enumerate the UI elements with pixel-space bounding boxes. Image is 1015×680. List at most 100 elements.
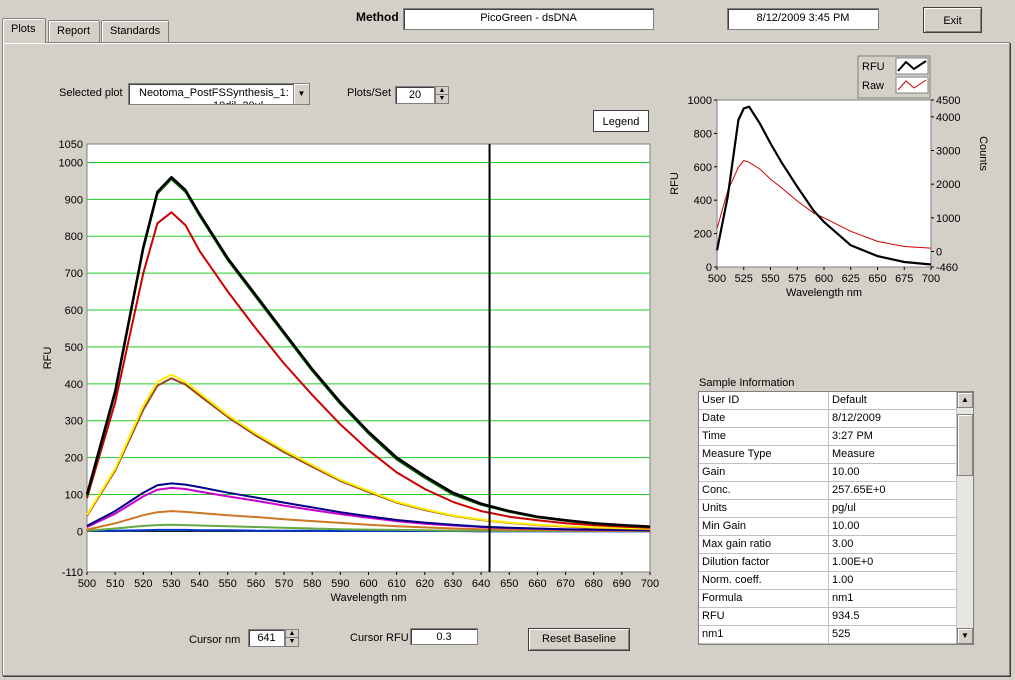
x-tick-label: 560 [247,578,265,590]
table-row[interactable]: Max gain ratio 3.00 [699,536,956,554]
x-tick-label: 650 [500,578,518,590]
table-row[interactable]: Dilution factor 1.00E+0 [699,554,956,572]
info-value: pg/ul [832,502,856,514]
spin-up-icon[interactable]: ▲ [436,87,448,95]
selected-plot-value-line2: 10dil_20ul [213,100,263,104]
tab-report[interactable]: Report [48,20,100,42]
table-row[interactable]: nm1 525 [699,626,956,644]
tab-plots[interactable]: Plots [2,18,46,43]
plot-area [86,143,651,573]
info-key: Units [699,500,829,517]
x-tick-label: 625 [842,273,860,285]
info-value: 8/12/2009 [832,412,881,424]
x-tick-label: 500 [78,578,96,590]
table-row[interactable]: User ID Default [699,392,956,410]
method-label: Method [356,10,399,24]
x-tick-label: 650 [868,273,886,285]
x-tick-label: 670 [556,578,574,590]
plots-per-set-input[interactable]: 20 [395,86,435,104]
y-right-tick-label: 3000 [936,146,960,158]
x-tick-label: 520 [134,578,152,590]
scroll-up-icon[interactable]: ▲ [957,392,973,408]
y-axis-label: RFU [669,172,681,195]
info-value: 10.00 [832,466,860,478]
info-key: User ID [699,392,829,409]
x-tick-label: 500 [708,273,726,285]
x-tick-label: 610 [387,578,405,590]
info-value: nm1 [832,592,854,604]
x-tick-label: 575 [788,273,806,285]
info-key: Measure Type [699,446,829,463]
y-tick-label: 400 [694,195,712,207]
scroll-down-icon[interactable]: ▼ [957,628,973,644]
legend-button[interactable]: Legend [593,110,649,132]
info-key: Max gain ratio [699,536,829,553]
y-tick-label: 1000 [688,95,712,107]
table-row[interactable]: Date 8/12/2009 [699,410,956,428]
x-tick-label: 640 [472,578,490,590]
x-tick-label: 525 [735,273,753,285]
x-tick-label: 680 [585,578,603,590]
x-tick-label: 550 [761,273,779,285]
info-key: nm1 [699,626,829,643]
x-tick-label: 700 [922,273,940,285]
selected-plot-value: Neotoma_PostFSSynthesis_1: [139,87,289,99]
info-key: Norm. coeff. [699,572,829,589]
selected-plot-label: Selected plot [59,87,123,99]
y-right-tick-label: 0 [936,247,942,259]
info-value: 10.00 [832,520,860,532]
table-row[interactable]: Formula nm1 [699,590,956,608]
cursor-nm-input[interactable]: 641 [248,629,285,647]
x-tick-label: 630 [444,578,462,590]
y-right-tick-label: 2000 [936,179,960,191]
table-row[interactable]: Norm. coeff. 1.00 [699,572,956,590]
tab-standards[interactable]: Standards [101,20,169,42]
inset-chart: 10008006004002000450040003000200010000-4… [669,55,989,299]
y-right-tick-label: 4500 [936,95,960,107]
plots-per-set-stepper[interactable]: ▲ ▼ [435,86,449,104]
y-tick-label: 300 [65,416,83,428]
cursor-nm-stepper[interactable]: ▲ ▼ [285,629,299,647]
sample-info-table[interactable]: User ID Default Date 8/12/2009 Time 3:27 PM Me… [698,391,974,645]
info-value: Measure [832,448,875,460]
y-right-tick-label: 4000 [936,112,960,124]
table-row[interactable]: Units pg/ul [699,500,956,518]
main-chart[interactable]: 105010009008007006005004003002001000-110… [0,130,690,620]
info-key: Conc. [699,482,829,499]
table-row[interactable]: Min Gain 10.00 [699,518,956,536]
y-tick-label: 900 [65,194,83,206]
info-value: 257.65E+0 [832,484,886,496]
x-tick-label: 540 [190,578,208,590]
table-row[interactable]: Time 3:27 PM [699,428,956,446]
scroll-thumb[interactable] [957,414,973,476]
tab-report-label: Report [57,25,91,37]
plots-per-set-label: Plots/Set [347,87,392,99]
info-value: 3.00 [832,538,854,550]
info-value: 3:27 PM [832,430,873,442]
spin-down-icon[interactable]: ▼ [286,638,298,646]
table-row[interactable]: Conc. 257.65E+0 [699,482,956,500]
exit-button[interactable]: Exit [923,7,982,33]
y-axis-label: RFU [42,347,54,370]
y-tick-label: 100 [65,490,83,502]
legend-swatch-box [895,76,929,94]
y-right-axis-label: Counts [977,136,989,171]
chevron-down-icon[interactable]: ▼ [293,84,309,104]
info-key: Time [699,428,829,445]
table-row[interactable]: RFU 934.5 [699,608,956,626]
spin-down-icon[interactable]: ▼ [436,95,448,103]
selected-plot-dropdown[interactable]: Neotoma_PostFSSynthesis_1: 10dil_20ul ▼ [128,83,310,105]
sample-info-scrollbar[interactable]: ▲ ▼ [956,392,973,644]
table-row[interactable]: Gain 10.00 [699,464,956,482]
info-value: Default [832,394,867,406]
y-right-tick-label: 1000 [936,213,960,225]
x-tick-label: 660 [528,578,546,590]
info-key: Formula [699,590,829,607]
reset-baseline-button[interactable]: Reset Baseline [528,628,630,651]
x-axis-label: Wavelength nm [786,287,862,299]
table-row[interactable]: Measure Type Measure [699,446,956,464]
info-key: Dilution factor [699,554,829,571]
spin-up-icon[interactable]: ▲ [286,630,298,638]
info-value: 934.5 [832,610,860,622]
x-tick-label: 600 [359,578,377,590]
